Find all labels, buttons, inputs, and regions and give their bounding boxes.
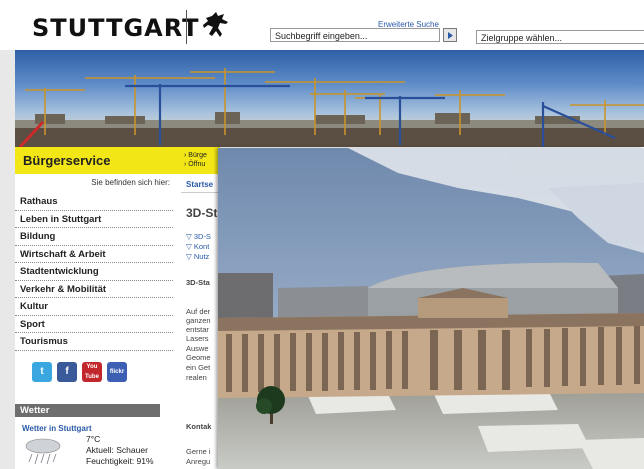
breadcrumb-start-link[interactable]: Startse <box>186 180 213 189</box>
header-banner-image <box>15 50 644 147</box>
content-text-line: Geome <box>186 353 211 362</box>
main-navigation: Rathaus Leben in Stuttgart Bildung Wirts… <box>15 193 173 351</box>
header: STUTTGART Erweiterte Suche Suchbegriff e… <box>0 0 644 50</box>
search-button[interactable] <box>443 28 457 42</box>
content-link-2[interactable]: ▽ Kont <box>186 242 209 251</box>
content-link-3[interactable]: ▽ Nutz <box>186 252 209 261</box>
3d-city-model-viewer[interactable] <box>218 148 644 469</box>
3d-station-render <box>218 148 644 469</box>
facebook-icon[interactable]: f <box>57 362 77 382</box>
rain-cloud-icon <box>25 438 61 465</box>
content-text-line: Lasers <box>186 334 209 343</box>
nav-item-bildung[interactable]: Bildung <box>15 228 173 246</box>
content-text-line: ganzen <box>186 316 211 325</box>
service-title: Bürgerservice <box>23 153 111 168</box>
nav-item-kultur[interactable]: Kultur <box>15 298 173 316</box>
breadcrumb-divider <box>181 192 221 193</box>
content-text-line: realen <box>186 373 207 382</box>
contact-heading: Kontak <box>186 422 212 431</box>
page-title: 3D-St <box>186 206 218 220</box>
service-link-2[interactable]: › Öffnu <box>184 161 205 168</box>
logo-separator <box>186 10 187 44</box>
target-group-select[interactable]: Zielgruppe wählen... <box>476 30 644 44</box>
weather-city-link[interactable]: Wetter in Stuttgart <box>22 424 92 433</box>
twitter-icon[interactable]: t <box>32 362 52 382</box>
nav-item-tourismus[interactable]: Tourismus <box>15 333 173 351</box>
content-subheading: 3D-Sta <box>186 278 210 287</box>
weather-temperature: 7°C <box>86 434 101 444</box>
flickr-icon[interactable]: flickr <box>107 362 127 382</box>
nav-item-leben[interactable]: Leben in Stuttgart <box>15 211 173 228</box>
left-margin-strip <box>0 50 15 469</box>
service-bar[interactable]: Bürgerservice <box>15 147 180 174</box>
weather-humidity: Feuchtigkeit: 91% <box>86 456 154 466</box>
contact-text-line: Anregu <box>186 457 211 466</box>
content-text-line: ein Get <box>186 363 211 372</box>
contact-text-line: Gerne i <box>186 447 211 456</box>
service-link-1[interactable]: › Bürge <box>184 152 207 159</box>
nav-item-wirtschaft[interactable]: Wirtschaft & Arbeit <box>15 246 173 263</box>
breadcrumb-label: Sie befinden sich hier: <box>91 178 170 187</box>
construction-cranes-image <box>15 68 644 147</box>
arrow-right-icon <box>448 32 453 39</box>
content-link-1[interactable]: ▽ 3D-S <box>186 232 211 241</box>
nav-item-rathaus[interactable]: Rathaus <box>15 193 173 211</box>
weather-header: Wetter <box>15 404 160 417</box>
content-text-line: Auf der <box>186 307 211 316</box>
search-input[interactable]: Suchbegriff eingeben... <box>270 28 440 42</box>
weather-current: Aktuell: Schauer <box>86 445 148 455</box>
stuttgart-logo[interactable]: STUTTGART <box>32 14 199 42</box>
nav-item-stadtentwicklung[interactable]: Stadtentwicklung <box>15 263 173 281</box>
weather-title: Wetter <box>20 405 50 416</box>
horse-emblem-icon <box>203 12 228 37</box>
youtube-icon[interactable]: You Tube <box>82 362 102 382</box>
nav-item-sport[interactable]: Sport <box>15 316 173 333</box>
nav-item-verkehr[interactable]: Verkehr & Mobilität <box>15 281 173 298</box>
content-text-line: Auswe <box>186 344 209 353</box>
content-text-line: entstar <box>186 325 209 334</box>
